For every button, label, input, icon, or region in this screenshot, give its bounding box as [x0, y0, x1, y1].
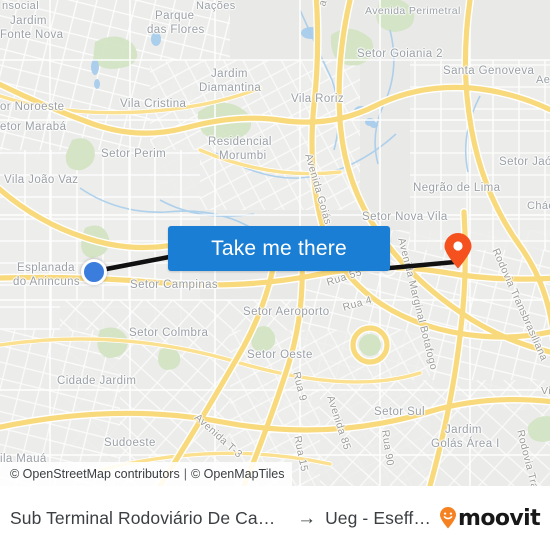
map-container[interactable]: nsocial Jardim Fonte Nova Parque das Flores N… [0, 0, 550, 486]
trip-summary: Sub Terminal Rodoviário De Campi... → Ue… [10, 508, 433, 529]
attribution-osm[interactable]: © OpenStreetMap contributors [10, 467, 180, 481]
attribution-maptiles[interactable]: © OpenMapTiles [191, 467, 285, 481]
take-me-there-button[interactable]: Take me there [168, 226, 390, 271]
moovit-pin-icon [440, 507, 457, 529]
trip-destination-label: Ueg - Eseffe... [325, 507, 434, 528]
origin-dot[interactable] [81, 259, 107, 285]
map-attribution: © OpenStreetMap contributors | © OpenMap… [0, 462, 293, 486]
trip-origin-label: Sub Terminal Rodoviário De Campi... [10, 507, 289, 528]
trip-footer: Sub Terminal Rodoviário De Campi... → Ue… [0, 486, 550, 550]
destination-pin[interactable] [443, 233, 473, 269]
moovit-logo[interactable]: moovit [439, 505, 541, 531]
moovit-trip-preview: nsocial Jardim Fonte Nova Parque das Flores N… [0, 0, 550, 550]
moovit-wordmark: moovit [458, 505, 541, 531]
arrow-right-icon: → [297, 507, 317, 529]
attribution-separator: | [183, 467, 187, 481]
